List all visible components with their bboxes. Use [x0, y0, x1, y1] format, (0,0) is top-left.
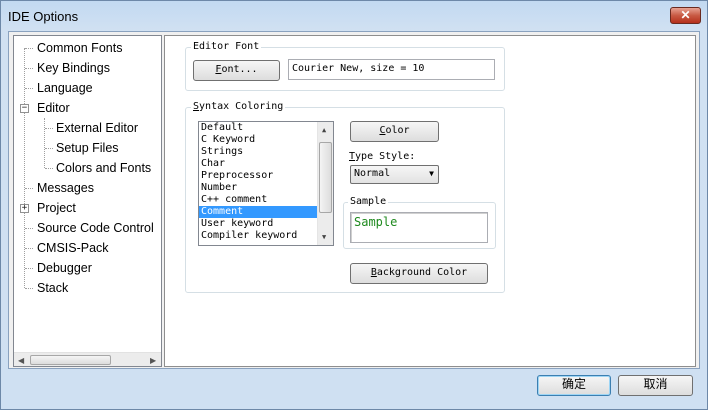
scroll-down-icon[interactable]: ▼	[322, 233, 326, 241]
syntax-list-item[interactable]: Preprocessor	[199, 170, 333, 182]
tree-item-label: Debugger	[37, 261, 92, 275]
font-button-label: ont...	[221, 64, 258, 75]
tree-connector	[25, 248, 33, 249]
font-button[interactable]: Font...	[193, 60, 280, 81]
window-title: IDE Options	[8, 9, 79, 24]
tree-item-label: Language	[37, 81, 93, 95]
close-icon: ✕	[680, 8, 691, 22]
dropdown-arrow-icon: ▼	[429, 169, 434, 178]
scroll-up-icon[interactable]: ▲	[322, 126, 326, 134]
tree-item-label: Editor	[37, 101, 70, 115]
tree-item-common-fonts[interactable]: Common Fonts	[37, 39, 122, 57]
scroll-left-icon[interactable]: ◀	[18, 356, 24, 365]
syntax-list-item[interactable]: Strings	[199, 146, 333, 158]
tree-connector	[25, 48, 33, 49]
dialog-client: Common Fonts Key Bindings Language − Edi…	[8, 31, 700, 369]
tree-item-messages[interactable]: Messages	[37, 179, 94, 197]
editor-font-group-label: Editor Font	[191, 41, 262, 52]
options-tree[interactable]: Common Fonts Key Bindings Language − Edi…	[13, 35, 162, 367]
tree-connector	[25, 268, 33, 269]
type-style-label-text: ype Style:	[355, 151, 416, 162]
syntax-coloring-group-label: Syntax Coloring	[191, 101, 286, 112]
background-color-label: ackground Color	[376, 267, 468, 278]
type-style-value: Normal	[354, 168, 391, 179]
background-color-button[interactable]: Background Color	[350, 263, 488, 284]
tree-connector	[25, 288, 33, 289]
type-style-select[interactable]: Normal ▼	[350, 165, 439, 184]
tree-item-label: Messages	[37, 181, 94, 195]
syntax-list-item[interactable]: Number	[199, 182, 333, 194]
tree-item-label: Project	[37, 201, 76, 215]
tree-item-label: Key Bindings	[37, 61, 110, 75]
tree-item-stack[interactable]: Stack	[37, 279, 68, 297]
syntax-list-item[interactable]: C Keyword	[199, 134, 333, 146]
tree-connector	[25, 88, 33, 89]
scroll-thumb[interactable]	[30, 355, 111, 365]
tree-connector	[45, 128, 53, 129]
type-style-label: Type Style:	[349, 151, 415, 162]
ok-button[interactable]: 确定	[537, 375, 611, 396]
tree-item-language[interactable]: Language	[37, 79, 93, 97]
syntax-list-item[interactable]: Comment	[199, 206, 333, 218]
tree-connector	[45, 148, 53, 149]
color-button[interactable]: Color	[350, 121, 439, 142]
tree-connector	[25, 228, 33, 229]
tree-item-cmsis-pack[interactable]: CMSIS-Pack	[37, 239, 109, 257]
syntax-coloring-label: yntax Coloring	[199, 101, 284, 112]
options-pane: Editor Font Font... Courier New, size = …	[164, 35, 696, 367]
expand-icon[interactable]: +	[20, 204, 29, 213]
tree-item-label: Setup Files	[56, 141, 119, 155]
tree-item-label: Source Code Control	[37, 221, 154, 235]
syntax-list-item[interactable]: C++ comment	[199, 194, 333, 206]
editor-font-value-field[interactable]: Courier New, size = 10	[288, 59, 495, 80]
tree-item-source-code-control[interactable]: Source Code Control	[37, 219, 154, 237]
collapse-icon[interactable]: −	[20, 104, 29, 113]
tree-connector	[44, 118, 45, 168]
scroll-right-icon[interactable]: ▶	[150, 356, 156, 365]
scroll-thumb[interactable]	[319, 142, 332, 213]
syntax-list-item[interactable]: User keyword	[199, 218, 333, 230]
tree-item-label: External Editor	[56, 121, 138, 135]
tree-item-label: Stack	[37, 281, 69, 295]
tree-item-setup-files[interactable]: Setup Files	[56, 139, 119, 157]
tree-item-label: Colors and Fonts	[56, 161, 152, 175]
syntax-list-item[interactable]: Compiler keyword	[199, 230, 333, 242]
title-bar[interactable]: IDE Options ✕	[1, 1, 707, 31]
tree-item-key-bindings[interactable]: Key Bindings	[37, 59, 110, 77]
tree-item-editor[interactable]: Editor	[37, 99, 70, 117]
tree-connector	[25, 68, 33, 69]
sample-preview: Sample	[350, 212, 488, 243]
sample-group-label: Sample	[348, 196, 389, 207]
syntax-list-scrollbar[interactable]: ▲ ▼	[317, 122, 333, 245]
close-button[interactable]: ✕	[670, 7, 701, 24]
tree-horizontal-scrollbar[interactable]: ◀ ▶	[14, 352, 161, 366]
tree-item-label: Common Fonts	[37, 41, 123, 55]
tree-item-external-editor[interactable]: External Editor	[56, 119, 138, 137]
tree-connector	[24, 48, 25, 288]
color-button-label: olor	[385, 125, 410, 136]
tree-item-debugger[interactable]: Debugger	[37, 259, 92, 277]
tree-item-label: CMSIS-Pack	[37, 241, 109, 255]
tree-connector	[25, 188, 33, 189]
syntax-list-item[interactable]: Char	[199, 158, 333, 170]
tree-connector	[45, 168, 53, 169]
ide-options-window: IDE Options ✕ Common Fonts Key Bindings …	[0, 0, 708, 410]
syntax-list-items: Default C Keyword Strings Char Preprocessor N…	[199, 122, 333, 242]
syntax-list-item[interactable]: Default	[199, 122, 333, 134]
tree-item-project[interactable]: Project	[37, 199, 76, 217]
tree-item-colors-and-fonts[interactable]: Colors and Fonts	[56, 159, 151, 177]
cancel-button[interactable]: 取消	[618, 375, 693, 396]
syntax-element-list[interactable]: Default C Keyword Strings Char Preprocessor N…	[198, 121, 334, 246]
